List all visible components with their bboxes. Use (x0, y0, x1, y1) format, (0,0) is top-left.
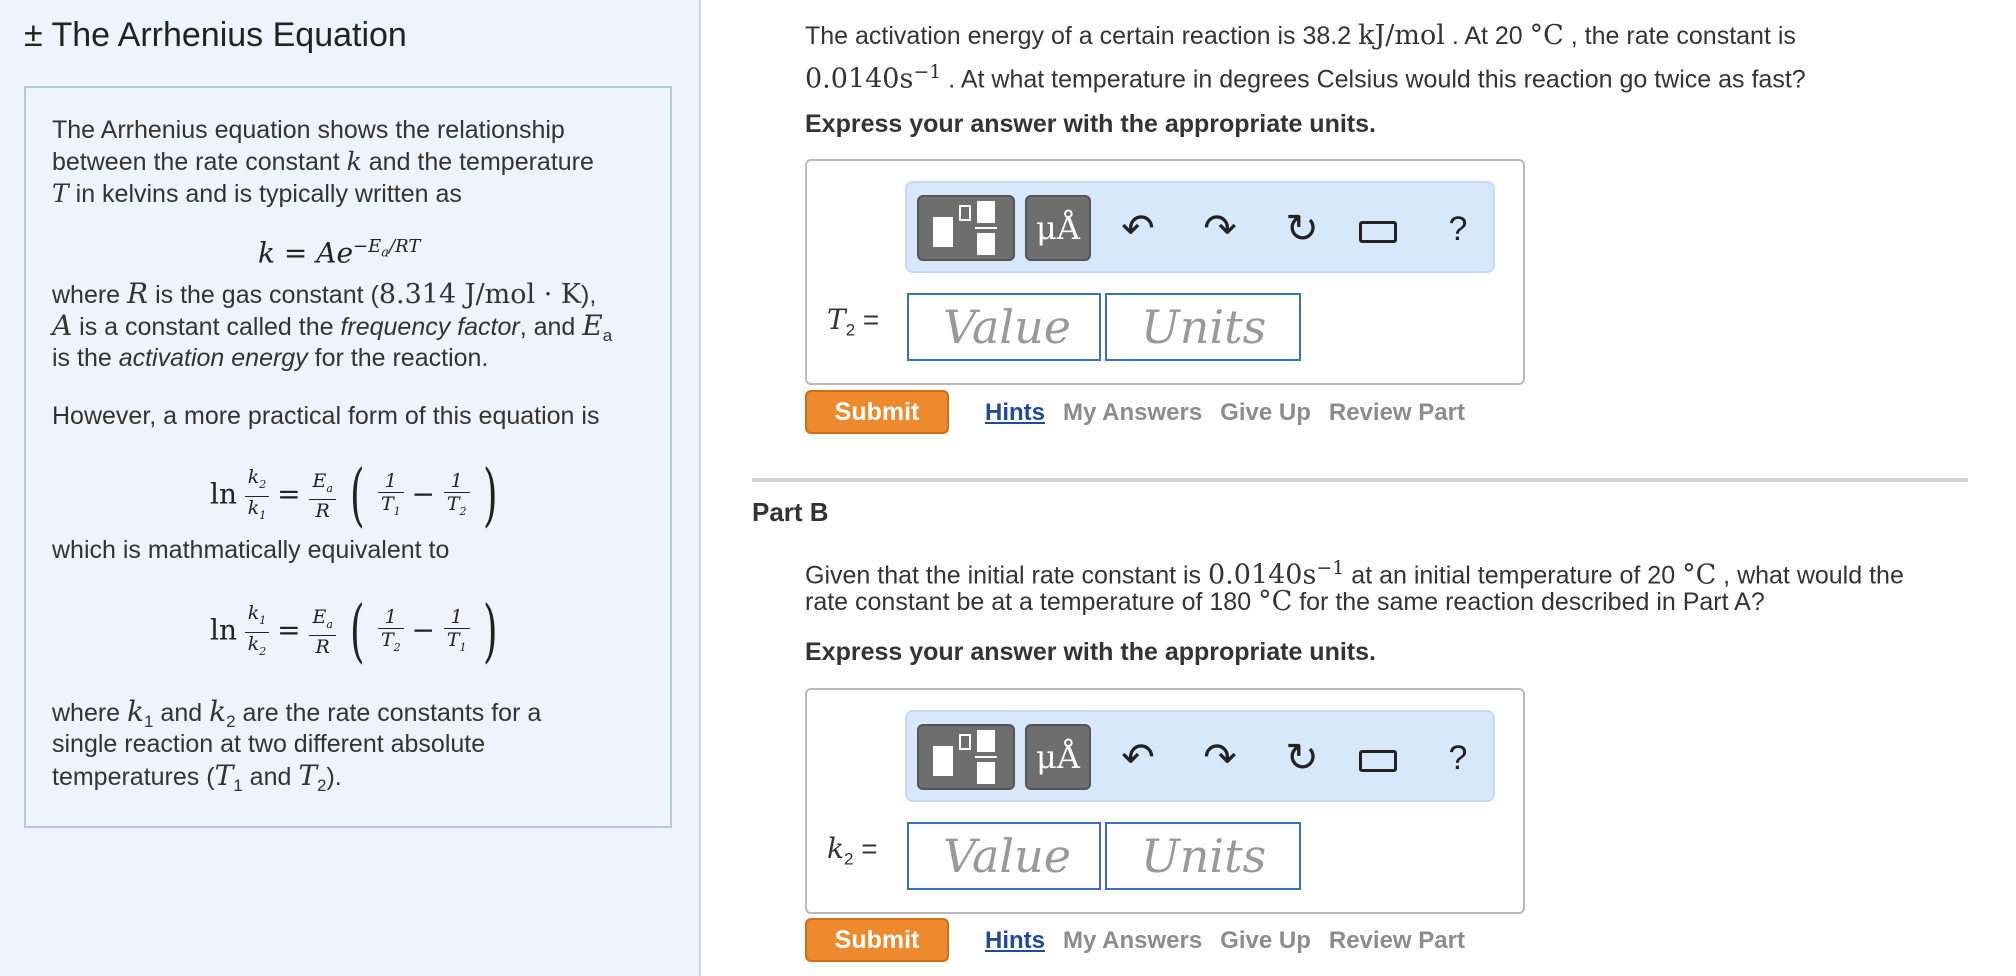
reset-icon[interactable]: ↻ (1277, 197, 1327, 261)
partB-my-answers-link[interactable]: My Answers (1063, 927, 1202, 954)
partA-give-up-link[interactable]: Give Up (1220, 399, 1311, 426)
partB-give-up-link[interactable]: Give Up (1220, 927, 1311, 954)
intro-line-2: between the rate constant k and the temp… (52, 147, 594, 176)
partA-instruction: Express your answer with the appropriate… (805, 110, 1376, 138)
partB-value-input[interactable]: Value (907, 822, 1101, 890)
partA-my-answers-link[interactable]: My Answers (1063, 399, 1202, 426)
partB-review-part-link[interactable]: Review Part (1329, 927, 1465, 954)
templates-button[interactable] (917, 724, 1015, 790)
keyboard-icon[interactable] (1353, 726, 1403, 790)
intro-line-3: T in kelvins and is typically written as (52, 179, 462, 208)
partA-action-links: Hints My Answers Give Up Review Part (985, 399, 1483, 427)
partA-review-part-link[interactable]: Review Part (1329, 399, 1465, 426)
redo-icon[interactable]: ↷ (1195, 726, 1245, 790)
partA-variable-label: T2 = (827, 303, 880, 340)
partA-question-line-2: 0.0140s−1 . At what temperature in degre… (805, 61, 1806, 95)
partA-units-input[interactable]: Units (1105, 293, 1301, 361)
units-button[interactable]: μÅ (1025, 195, 1091, 261)
partB-heading[interactable]: Part B (752, 494, 829, 530)
reset-icon[interactable]: ↻ (1277, 726, 1327, 790)
templates-button[interactable] (917, 195, 1015, 261)
partB-question-line-2: rate constant be at a temperature of 180… (805, 586, 1765, 617)
units-button[interactable]: μÅ (1025, 724, 1091, 790)
where-line-1: where R is the gas constant (8.314 J/mol… (52, 277, 597, 311)
partA-question-line-1: The activation energy of a certain react… (805, 20, 1796, 51)
intro-line-1: The Arrhenius equation shows the relatio… (52, 116, 565, 144)
partB-answer-box: μÅ ↶ ↷ ↻ ? k2 = Value Units (805, 688, 1525, 914)
arrhenius-equation: k = Ae−Ea/RT (258, 236, 421, 270)
partB-math-toolbar: μÅ ↶ ↷ ↻ ? (905, 710, 1495, 802)
practical-equation: ln k2 k1 = Ea R ( 1 T1 − 1 T2 ) (210, 456, 498, 535)
partA-answer-box: μÅ ↶ ↷ ↻ ? T2 = Value Units (805, 159, 1525, 385)
partB-action-links: Hints My Answers Give Up Review Part (985, 927, 1483, 955)
part-divider (752, 478, 1968, 482)
partB-units-input[interactable]: Units (1105, 822, 1301, 890)
undo-icon[interactable]: ↶ (1113, 197, 1163, 261)
partA-submit-button[interactable]: Submit (805, 390, 949, 434)
keyboard-icon[interactable] (1353, 197, 1403, 261)
partA-math-toolbar: μÅ ↶ ↷ ↻ ? (905, 181, 1495, 273)
partB-hints-link[interactable]: Hints (985, 927, 1045, 954)
redo-icon[interactable]: ↷ (1195, 197, 1245, 261)
partB-instruction: Express your answer with the appropriate… (805, 638, 1376, 666)
partB-submit-button[interactable]: Submit (805, 918, 949, 962)
help-icon[interactable]: ? (1433, 197, 1483, 261)
practical-form-text: However, a more practical form of this e… (52, 402, 600, 430)
where-line-3: is the activation energy for the reactio… (52, 344, 489, 372)
final-line-2: single reaction at two different absolut… (52, 730, 486, 758)
equivalent-equation: ln k1 k2 = Ea R ( 1 T2 − 1 T1 ) (210, 592, 498, 671)
page-title: ± The Arrhenius Equation (24, 16, 407, 54)
partA-value-input[interactable]: Value (907, 293, 1101, 361)
partB-variable-label: k2 = (827, 832, 878, 869)
final-line-3: temperatures (T1 and T2). (52, 759, 342, 796)
equivalent-text: which is mathmatically equivalent to (52, 536, 450, 564)
intro-panel: ± The Arrhenius Equation The Arrhenius e… (0, 0, 701, 976)
help-icon[interactable]: ? (1433, 726, 1483, 790)
undo-icon[interactable]: ↶ (1113, 726, 1163, 790)
partA-hints-link[interactable]: Hints (985, 399, 1045, 426)
